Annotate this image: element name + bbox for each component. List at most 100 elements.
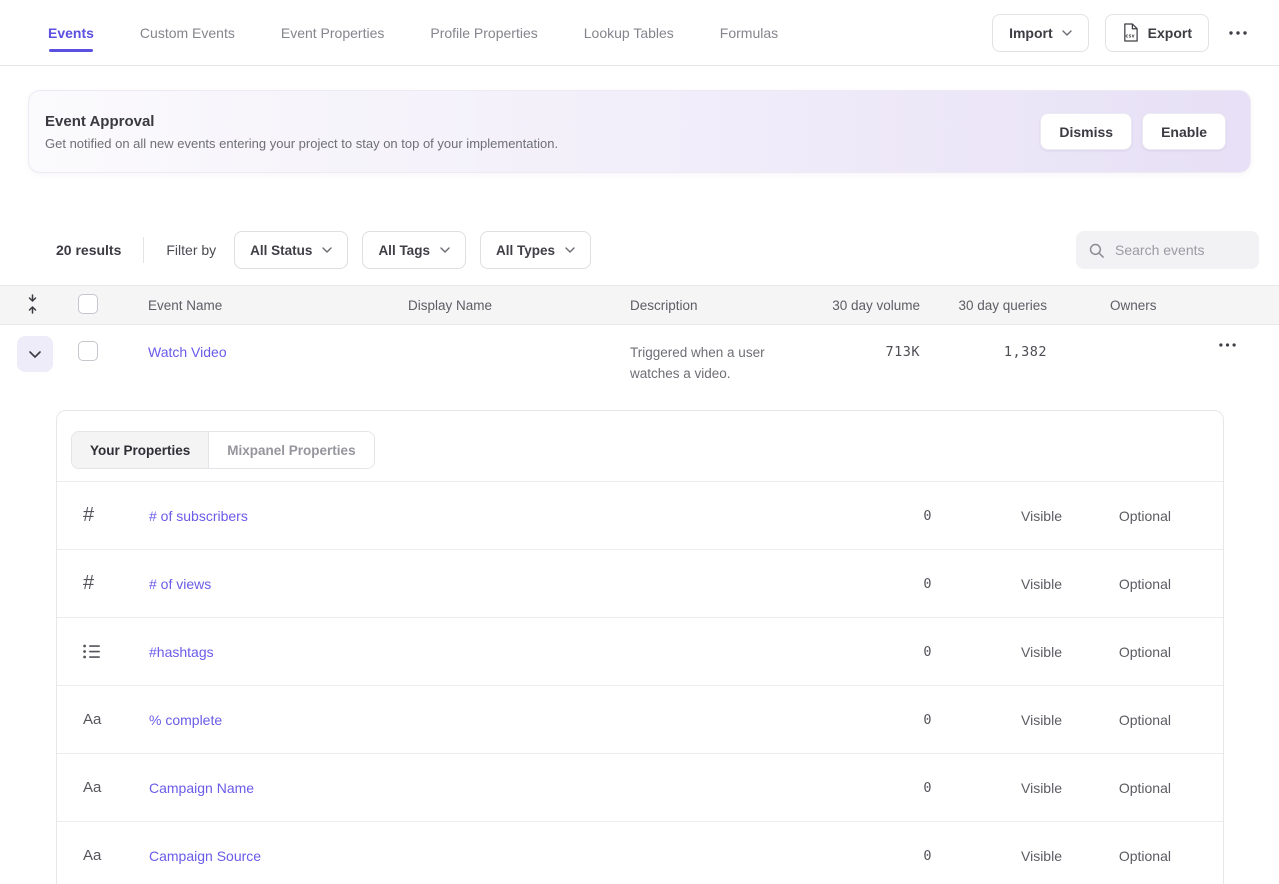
event-approval-banner: Event Approval Get notified on all new e… [28,90,1251,173]
chevron-down-icon [1062,30,1072,36]
search-icon [1088,242,1105,259]
nav-tabs: Events Custom Events Event Properties Pr… [48,0,778,65]
search-box [1076,231,1259,269]
property-row: Aa % complete 0 Visible Optional [57,686,1223,754]
tags-filter-label: All Tags [378,243,430,258]
banner-title: Event Approval [45,113,558,130]
events-table-header: Event Name Display Name Description 30 d… [0,285,1279,325]
csv-file-icon: csv [1122,23,1139,42]
property-visibility: Visible [932,508,1062,524]
property-requirement: Optional [1062,576,1171,592]
tab-events[interactable]: Events [48,0,94,65]
property-visibility: Visible [932,576,1062,592]
property-volume: 0 [832,780,932,796]
tab-profile-properties[interactable]: Profile Properties [430,0,537,65]
property-visibility: Visible [932,780,1062,796]
status-filter-dropdown[interactable]: All Status [234,231,348,269]
divider [143,237,144,263]
tab-formulas[interactable]: Formulas [720,0,778,65]
event-table-row: Watch Video Triggered when a user watche… [0,325,1279,410]
select-all-checkbox[interactable] [78,294,98,314]
properties-tabs: Your Properties Mixpanel Properties [71,431,375,469]
property-name-link[interactable]: % complete [149,712,832,728]
event-description: Triggered when a user watches a video. [582,325,772,385]
event-30-day-volume: 713K [772,325,920,360]
column-display-name: Display Name [360,298,582,313]
import-button[interactable]: Import [992,14,1089,52]
property-volume: 0 [832,508,932,524]
event-name-link[interactable]: Watch Video [112,325,360,360]
letters-icon: Aa [83,711,101,728]
property-row: Aa Campaign Name 0 Visible Optional [57,754,1223,822]
results-count: 20 results [56,242,121,258]
column-description: Description [582,298,772,313]
banner-actions: Dismiss Enable [1040,113,1226,150]
property-volume: 0 [832,712,932,728]
export-button[interactable]: csv Export [1105,14,1209,52]
chevron-down-icon [565,247,575,253]
column-30-day-queries: 30 day queries [920,298,1055,313]
ellipsis-icon [1229,31,1247,35]
hash-icon: # [83,572,94,595]
chevron-down-icon [322,247,332,253]
letters-icon: Aa [83,847,101,864]
banner-description: Get notified on all new events entering … [45,136,558,151]
hash-icon: # [83,504,94,527]
tab-event-properties[interactable]: Event Properties [281,0,385,65]
property-name-link[interactable]: #hashtags [149,644,832,660]
property-volume: 0 [832,848,932,864]
chevron-down-icon [29,351,41,358]
ellipsis-icon [1219,343,1236,347]
property-name-link[interactable]: Campaign Name [149,780,832,796]
top-nav: Events Custom Events Event Properties Pr… [0,0,1279,66]
property-row: Aa Campaign Source 0 Visible Optional [57,822,1223,884]
filter-by-label: Filter by [166,242,216,258]
property-name-link[interactable]: # of views [149,576,832,592]
filter-row: 20 results Filter by All Status All Tags… [0,230,1279,270]
property-visibility: Visible [932,644,1062,660]
collapse-rows-icon[interactable] [26,294,39,317]
property-requirement: Optional [1062,848,1171,864]
letters-icon: Aa [83,779,101,796]
export-label: Export [1148,25,1192,41]
types-filter-label: All Types [496,243,555,258]
chevron-down-icon [440,247,450,253]
import-label: Import [1009,25,1053,41]
svg-text:csv: csv [1125,33,1135,39]
tab-your-properties[interactable]: Your Properties [72,432,209,468]
properties-panel: Your Properties Mixpanel Properties # # … [56,410,1224,884]
enable-button[interactable]: Enable [1142,113,1226,150]
property-requirement: Optional [1062,644,1171,660]
tab-lookup-tables[interactable]: Lookup Tables [584,0,674,65]
tab-custom-events[interactable]: Custom Events [140,0,235,65]
tags-filter-dropdown[interactable]: All Tags [362,231,466,269]
nav-actions: Import csv Export [992,0,1251,65]
column-30-day-volume: 30 day volume [772,298,920,313]
property-row: # # of subscribers 0 Visible Optional [57,482,1223,550]
property-requirement: Optional [1062,712,1171,728]
status-filter-label: All Status [250,243,312,258]
property-requirement: Optional [1062,508,1171,524]
types-filter-dropdown[interactable]: All Types [480,231,591,269]
more-options-button[interactable] [1225,27,1251,39]
row-checkbox[interactable] [78,341,98,361]
row-expander-button[interactable] [17,336,53,372]
dismiss-button[interactable]: Dismiss [1040,113,1132,150]
property-volume: 0 [832,576,932,592]
bulleted-list-icon [83,644,101,659]
property-visibility: Visible [932,848,1062,864]
property-visibility: Visible [932,712,1062,728]
banner-text: Event Approval Get notified on all new e… [45,113,558,151]
event-30-day-queries: 1,382 [920,325,1055,360]
search-input[interactable] [1115,242,1247,258]
row-more-options-button[interactable] [1219,343,1236,347]
property-row: # # of views 0 Visible Optional [57,550,1223,618]
property-name-link[interactable]: # of subscribers [149,508,832,524]
property-row: #hashtags 0 Visible Optional [57,618,1223,686]
property-requirement: Optional [1062,780,1171,796]
column-event-name: Event Name [112,298,360,313]
property-name-link[interactable]: Campaign Source [149,848,832,864]
column-owners: Owners [1055,298,1203,313]
tab-mixpanel-properties[interactable]: Mixpanel Properties [209,432,373,468]
property-volume: 0 [832,644,932,660]
